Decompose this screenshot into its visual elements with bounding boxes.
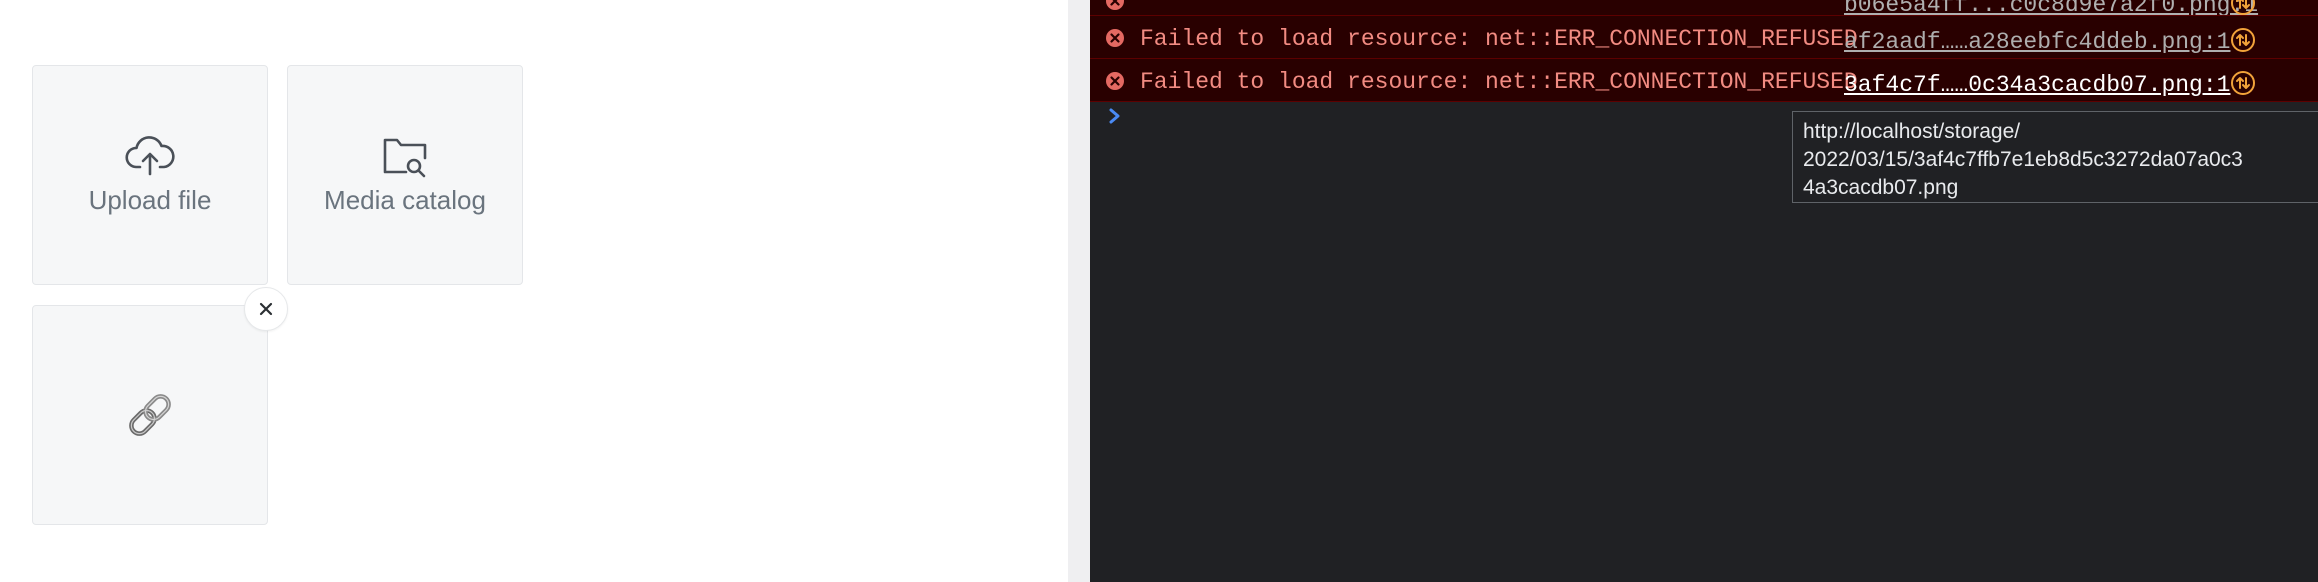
tooltip-line: 2022/03/15/3af4c7ffb7e1eb8d5c3272da07a0c…	[1803, 148, 2243, 171]
media-catalog-label: Media catalog	[324, 185, 486, 215]
console-prompt-chevron-icon[interactable]	[1108, 106, 1122, 126]
network-request-icon[interactable]	[2230, 0, 2256, 16]
pane-splitter[interactable]	[1068, 0, 1091, 582]
link-preview-tile[interactable]	[32, 305, 268, 525]
console-error-source-link[interactable]: 3af4c7f……0c34a3cacdb07.png:1	[1844, 72, 2230, 98]
console-error-row: Failed to load resource: net::ERR_CONNEC…	[1090, 15, 2318, 59]
upload-file-tile[interactable]: Upload file	[32, 65, 268, 285]
close-icon	[259, 302, 273, 316]
network-request-icon[interactable]	[2230, 70, 2256, 96]
media-picker-pane: Upload file Media catalog	[0, 0, 1068, 582]
console-error-message: Failed to load resource: net::ERR_CONNEC…	[1140, 26, 1858, 52]
upload-file-label: Upload file	[88, 185, 212, 215]
cloud-upload-icon	[124, 134, 176, 178]
url-tooltip: http://localhost/storage/ 2022/03/15/3af…	[1792, 111, 2318, 203]
tooltip-line: 4a3cacdb07.png	[1803, 176, 1959, 199]
console-error-source-link[interactable]: af2aadf……a28eebfc4ddeb.png:1	[1844, 29, 2230, 55]
error-icon	[1106, 29, 1124, 47]
folder-search-icon	[379, 134, 431, 178]
console-error-row: Failed to load resource: net::ERR_CONNEC…	[1090, 58, 2318, 102]
link-icon	[122, 387, 178, 443]
console-error-message: Failed to load resource: net::ERR_CONNEC…	[1140, 69, 1858, 95]
error-icon	[1106, 0, 1124, 10]
network-request-icon[interactable]	[2230, 27, 2256, 53]
remove-link-button[interactable]	[244, 287, 288, 331]
media-catalog-tile[interactable]: Media catalog	[287, 65, 523, 285]
tooltip-line: http://localhost/storage/	[1803, 120, 2021, 143]
devtools-console: b06e5a4ff...c0c8d9e7a2f0.png:1 Failed to…	[1090, 0, 2318, 582]
error-icon	[1106, 72, 1124, 90]
